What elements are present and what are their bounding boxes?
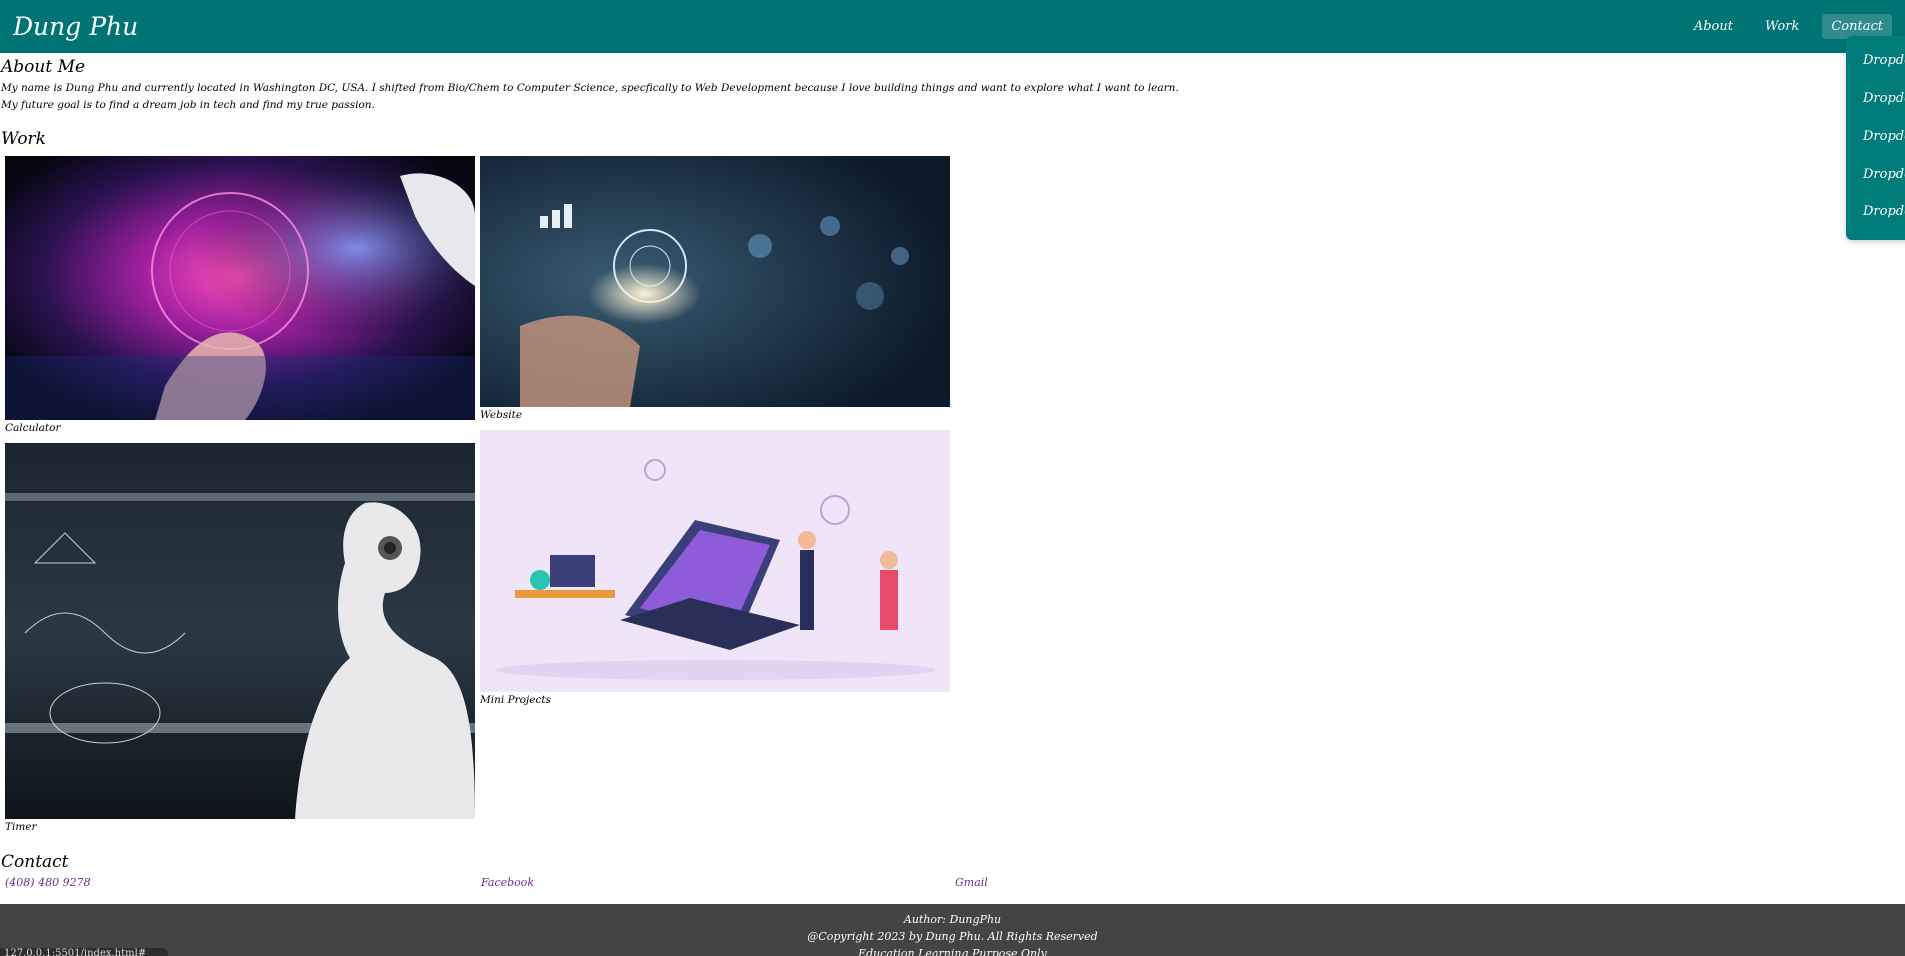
navbar: Dung Phu About Work Contact [0,0,1905,53]
robot-math-board-image[interactable] [5,443,475,819]
dropdown-item[interactable]: Dropdown [1863,53,1905,68]
project-caption: Mini Projects [480,694,551,706]
footer: Author: DungPhu @Copyright 2023 by Dung … [0,904,1905,956]
dropdown-item[interactable]: Dropdown [1863,129,1905,144]
nav-work-link[interactable]: Work [1756,14,1808,39]
project-timer[interactable]: Timer [5,443,475,835]
gmail-link[interactable]: Gmail [955,876,988,889]
brand-title[interactable]: Dung Phu [13,12,138,41]
footer-note: Education Learning Purpose Only [858,947,1047,956]
project-caption: Calculator [5,422,61,434]
phone-link[interactable]: (408) 480 9278 [5,876,91,889]
project-caption: Timer [5,821,37,833]
about-line-2: My future goal is to find a dream job in… [1,99,375,111]
ai-hand-globe-image[interactable] [5,156,475,420]
work-heading: Work [1,129,46,149]
project-calculator[interactable]: Calculator [5,156,475,436]
dropdown-item[interactable]: Dropdown [1863,204,1905,219]
project-caption: Website [480,409,523,421]
dropdown-menu: Dropdown Dropdown Dropdown Dropdown Drop… [1846,36,1905,240]
about-text: My name is Dung Phu and currently locate… [1,80,1179,114]
about-line-1: My name is Dung Phu and currently locate… [1,82,1179,94]
nav-about-link[interactable]: About [1685,14,1742,39]
project-mini-projects[interactable]: Mini Projects [480,430,950,710]
footer-author: Author: DungPhu [903,913,1002,926]
project-website[interactable]: Website [480,156,950,424]
globe-network-hand-image[interactable] [480,156,950,407]
facebook-link[interactable]: Facebook [481,876,534,889]
laptop-people-illustration[interactable] [480,430,950,692]
contact-heading: Contact [1,852,69,872]
dropdown-item[interactable]: Dropdown [1863,91,1905,106]
footer-copyright: @Copyright 2023 by Dung Phu. All Rights … [807,930,1098,943]
dropdown-item[interactable]: Dropdown [1863,167,1905,182]
about-heading: About Me [1,57,86,77]
status-bar-url: 127.0.0.1:5501/index.html# [0,948,168,956]
